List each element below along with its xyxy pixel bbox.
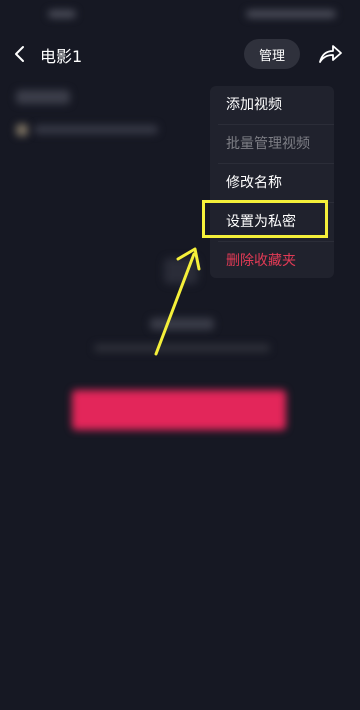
- menu-item-add-video[interactable]: 添加视频: [210, 86, 334, 124]
- menu-item-batch-manage[interactable]: 批量管理视频: [210, 125, 334, 163]
- empty-state-title: [150, 318, 214, 330]
- manage-button[interactable]: 管理: [244, 39, 300, 69]
- menu-item-delete-collection[interactable]: 删除收藏夹: [210, 242, 334, 280]
- chevron-left-icon[interactable]: [8, 40, 32, 68]
- status-bar: [0, 0, 360, 30]
- status-time: [48, 10, 76, 18]
- page-title: 电影1: [40, 47, 83, 66]
- status-indicators: [246, 10, 336, 18]
- share-arrow-icon[interactable]: [316, 41, 344, 67]
- collection-meta-blurred: [34, 125, 158, 134]
- menu-item-rename[interactable]: 修改名称: [210, 164, 334, 202]
- collection-name-blurred: [16, 90, 70, 104]
- empty-state-description: [94, 344, 270, 352]
- header: 电影1 管理: [0, 34, 360, 74]
- manage-menu: 添加视频 批量管理视频 修改名称 设置为私密 删除收藏夹: [210, 86, 334, 278]
- collection-owner-icon: [16, 124, 28, 136]
- add-video-cta-button[interactable]: [72, 390, 286, 430]
- annotation-highlight-box: [202, 200, 328, 238]
- empty-state-icon: [164, 258, 198, 284]
